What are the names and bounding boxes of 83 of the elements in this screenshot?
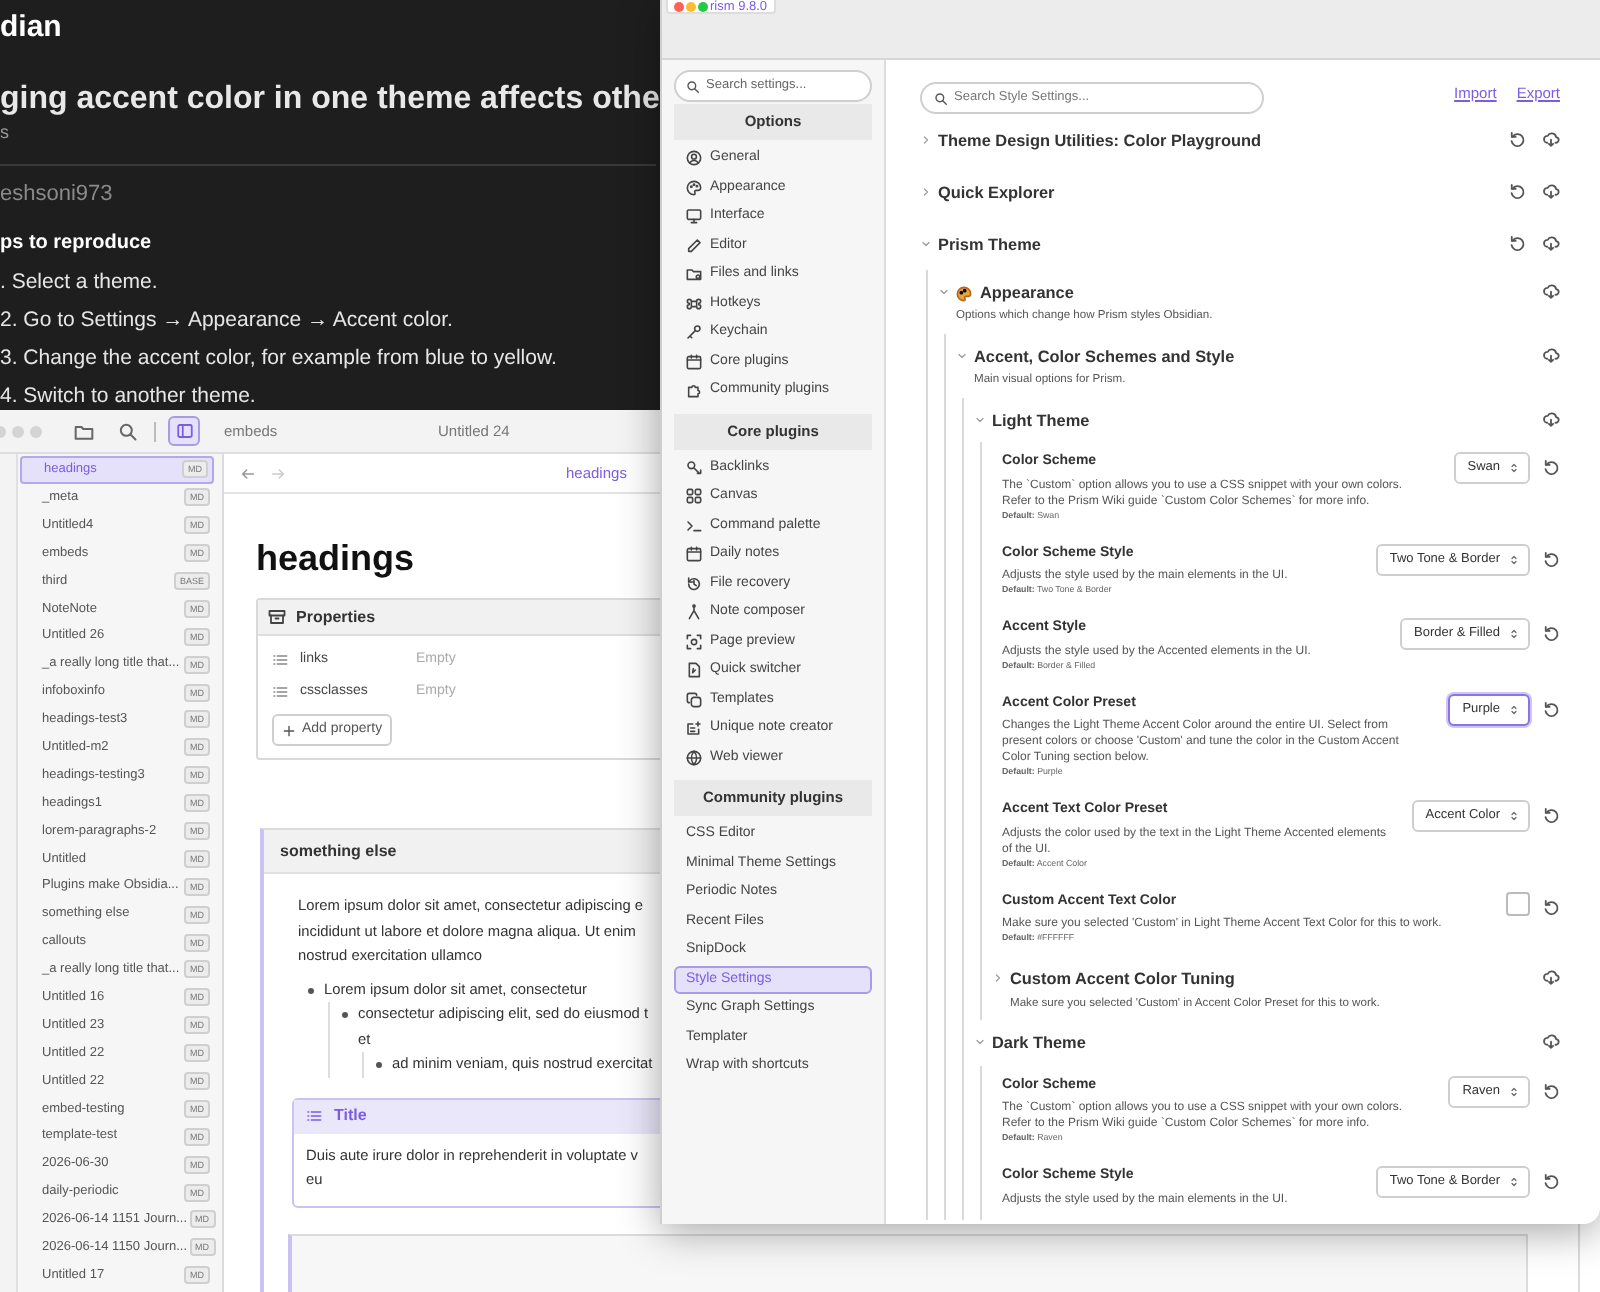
list-icon <box>272 684 288 700</box>
plus-icon <box>282 723 296 737</box>
reset-icon[interactable] <box>1542 1081 1560 1100</box>
updown-chevron-icon <box>1508 553 1520 566</box>
terminal-icon <box>686 517 702 534</box>
issue-title: ging accent color in one theme affects othe <box>0 80 660 120</box>
author-name[interactable]: eshsoni973 <box>0 177 660 210</box>
properties-title: Properties <box>296 605 376 629</box>
updown-chevron-icon <box>1508 810 1520 823</box>
grid-icon <box>686 488 702 505</box>
updown-chevron-icon <box>1508 703 1520 716</box>
reset-icon[interactable] <box>1508 234 1526 252</box>
group-title[interactable]: Appearance <box>980 282 1074 307</box>
pencil-icon <box>686 237 702 254</box>
reset-icon[interactable] <box>1542 549 1560 568</box>
archive-icon <box>268 608 286 626</box>
sidebar-toggle-button[interactable] <box>168 416 200 446</box>
group-title[interactable]: Theme Design Utilities: Color Playground <box>938 130 1261 155</box>
step-text: 2. Go to Settings → Appearance → Accent color. <box>0 306 455 334</box>
reset-icon[interactable] <box>1542 806 1560 825</box>
cloud-download-icon[interactable] <box>1542 234 1560 252</box>
monitor-icon <box>686 208 702 225</box>
reset-icon[interactable] <box>1542 624 1560 643</box>
section-heading: ps to reproduce <box>0 230 154 258</box>
cloud-download-icon[interactable] <box>1542 1032 1560 1051</box>
cloud-download-icon[interactable] <box>1542 968 1560 987</box>
cloud-download-icon[interactable] <box>1542 345 1560 364</box>
merge-icon <box>686 604 702 621</box>
scan-icon <box>686 633 702 650</box>
calendar-icon <box>686 546 702 563</box>
reset-icon[interactable] <box>1508 130 1526 148</box>
calendar-icon <box>686 353 702 370</box>
step-text: . Select a theme. <box>0 268 160 296</box>
group-title[interactable]: Prism Theme <box>938 234 1041 259</box>
site-title[interactable]: dian <box>0 0 660 56</box>
sidebar-icon <box>175 422 193 440</box>
cloud-download-icon[interactable] <box>1542 409 1560 428</box>
reset-icon[interactable] <box>1542 1172 1560 1191</box>
step-text: 4. Switch to another theme. <box>0 382 258 410</box>
folder-icon[interactable] <box>74 421 94 441</box>
user-circle-icon <box>686 150 702 167</box>
puzzle-icon <box>686 382 702 399</box>
palette-icon <box>686 179 702 196</box>
cloud-download-icon[interactable] <box>1542 130 1560 148</box>
file-icon <box>686 662 702 679</box>
note-heading: headings <box>256 536 415 580</box>
list-icon <box>272 652 288 668</box>
group-title[interactable]: Dark Theme <box>992 1032 1086 1058</box>
search-icon <box>686 79 700 93</box>
issue-meta: s <box>0 120 11 146</box>
search-icon[interactable] <box>118 421 138 441</box>
cloud-download-icon[interactable] <box>1542 282 1560 300</box>
list-icon <box>306 1108 322 1124</box>
updown-chevron-icon <box>1508 1176 1520 1189</box>
reset-icon[interactable] <box>1542 897 1560 916</box>
key-icon <box>686 324 702 341</box>
bullet-icon <box>342 1012 348 1018</box>
bullet-icon <box>308 987 314 993</box>
updown-chevron-icon <box>1508 628 1520 641</box>
reset-icon[interactable] <box>1542 699 1560 718</box>
group-title[interactable]: Accent, Color Schemes and Style <box>974 345 1235 371</box>
folder-icon <box>686 266 702 283</box>
color-swatch[interactable] <box>1506 891 1530 916</box>
step-text: 3. Change the accent color, for example from blue to yellow. <box>0 344 559 372</box>
updown-chevron-icon <box>1508 1085 1520 1098</box>
link-icon <box>686 459 702 476</box>
history-icon <box>686 575 702 592</box>
reset-icon[interactable] <box>1508 182 1526 200</box>
group-title[interactable]: Custom Accent Color Tuning <box>1010 968 1235 994</box>
command-icon <box>686 295 702 312</box>
back-arrow-icon[interactable] <box>240 465 256 481</box>
embed-title: something else <box>280 839 397 863</box>
plus-square-icon <box>686 720 702 737</box>
group-title[interactable]: Light Theme <box>992 409 1090 435</box>
search-icon <box>934 91 948 105</box>
callout-title: Title <box>334 1104 367 1128</box>
copy-icon <box>686 691 702 708</box>
group-title[interactable]: Quick Explorer <box>938 182 1055 207</box>
globe-icon <box>686 749 702 766</box>
reset-icon[interactable] <box>1542 458 1560 477</box>
cloud-download-icon[interactable] <box>1542 182 1560 200</box>
bullet-icon <box>376 1062 382 1068</box>
updown-chevron-icon <box>1508 462 1520 475</box>
